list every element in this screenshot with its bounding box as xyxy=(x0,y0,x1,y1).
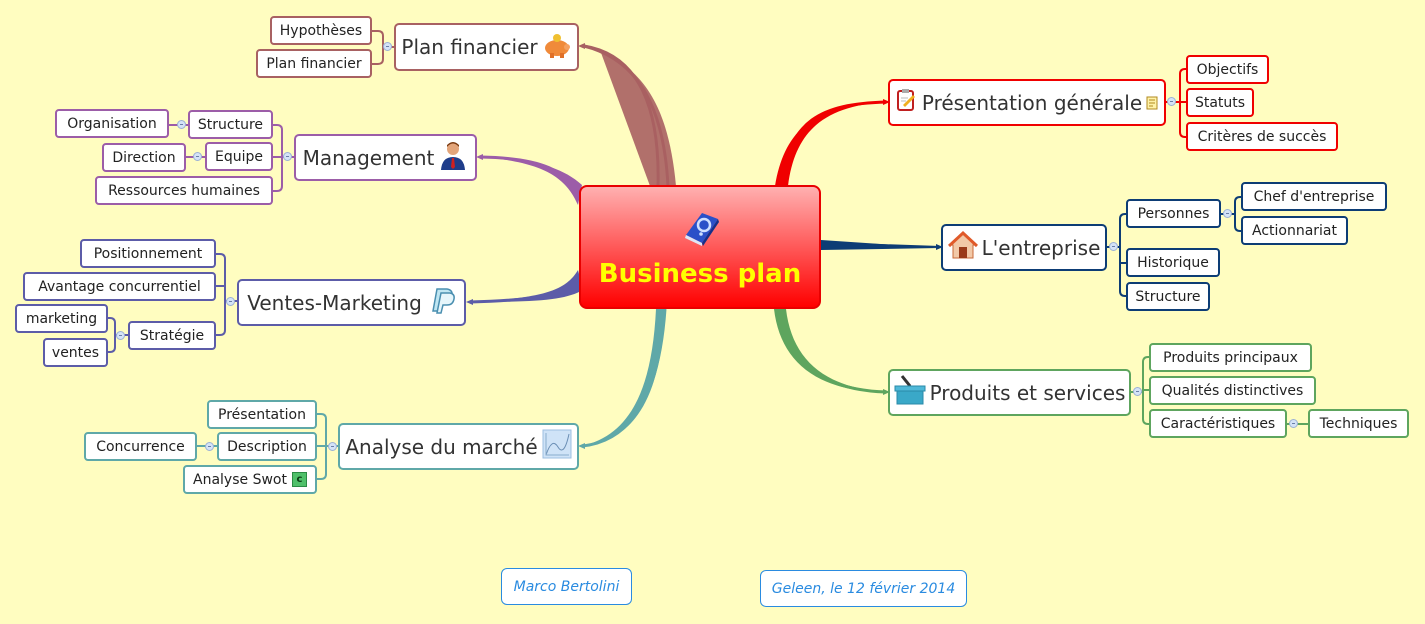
subtopic-direction[interactable]: Direction xyxy=(102,143,186,172)
subtopic-objectifs[interactable]: Objectifs xyxy=(1186,55,1269,84)
subtopic-label: Ressources humaines xyxy=(108,182,260,199)
help-book-icon xyxy=(678,205,722,253)
subtopic-label: Equipe xyxy=(215,148,263,165)
topic-l-entreprise[interactable]: L'entreprise xyxy=(941,224,1107,271)
subtopic-label: Structure xyxy=(1135,288,1201,305)
topic-label: Ventes-Marketing xyxy=(247,290,422,315)
collapse-toggle[interactable] xyxy=(193,152,202,161)
subtopic-label: Direction xyxy=(112,149,176,166)
subtopic-label: Critères de succès xyxy=(1197,128,1327,145)
collapse-toggle[interactable] xyxy=(116,331,125,340)
subtopic-produits-principaux[interactable]: Produits principaux xyxy=(1149,343,1312,372)
central-topic[interactable]: Business plan xyxy=(579,185,821,309)
subtopic-presentation[interactable]: Présentation xyxy=(207,400,317,429)
date-label: Geleen, le 12 février 2014 xyxy=(771,580,956,597)
subtopic-label: Positionnement xyxy=(93,245,203,262)
subtopic-label: Caractéristiques xyxy=(1160,415,1276,432)
subtopic-actionnariat[interactable]: Actionnariat xyxy=(1241,216,1348,245)
subtopic-label: marketing xyxy=(25,310,98,327)
collapse-toggle[interactable] xyxy=(226,297,235,306)
topic-label: L'entreprise xyxy=(981,235,1101,260)
collapse-toggle[interactable] xyxy=(205,442,214,451)
note-icon xyxy=(1146,91,1158,115)
subtopic-techniques[interactable]: Techniques xyxy=(1308,409,1409,438)
subtopic-label: Statuts xyxy=(1194,94,1246,111)
floating-topic-author[interactable]: Marco Bertolini xyxy=(501,568,632,605)
subtopic-historique[interactable]: Historique xyxy=(1126,248,1220,277)
subtopic-label: Concurrence xyxy=(96,438,185,455)
subtopic-equipe[interactable]: Equipe xyxy=(205,142,273,171)
subtopic-caracteristiques[interactable]: Caractéristiques xyxy=(1149,409,1287,438)
subtopic-label: Plan financier xyxy=(266,55,362,72)
clipboard-edit-icon xyxy=(896,88,918,117)
basket-icon xyxy=(894,374,926,411)
businessman-icon xyxy=(438,140,468,175)
subtopic-qualites-distinctives[interactable]: Qualités distinctives xyxy=(1149,376,1316,405)
collapse-toggle[interactable] xyxy=(1109,242,1118,251)
subtopic-label: Techniques xyxy=(1319,415,1398,432)
chart-curve-icon xyxy=(542,429,572,464)
subtopic-chef-d-entreprise[interactable]: Chef d'entreprise xyxy=(1241,182,1387,211)
topic-label: Analyse du marché xyxy=(345,434,538,459)
topic-plan-financier[interactable]: Plan financier xyxy=(394,23,579,71)
collapse-toggle[interactable] xyxy=(1133,387,1142,396)
subtopic-concurrence[interactable]: Concurrence xyxy=(84,432,197,461)
subtopic-ventes[interactable]: ventes xyxy=(43,338,108,367)
collapse-toggle[interactable] xyxy=(283,152,292,161)
collapse-toggle[interactable] xyxy=(1167,97,1176,106)
house-icon xyxy=(947,230,978,265)
subtopic-organisation[interactable]: Organisation xyxy=(55,109,169,138)
subtopic-label: Avantage concurrentiel xyxy=(38,278,201,295)
subtopic-label: Analyse Swot xyxy=(193,471,287,488)
subtopic-criteres-de-succes[interactable]: Critères de succès xyxy=(1186,122,1338,151)
subtopic-label: Présentation xyxy=(218,406,306,423)
subtopic-label: Actionnariat xyxy=(1251,222,1337,239)
subtopic-positionnement[interactable]: Positionnement xyxy=(80,239,216,268)
topic-label: Plan financier xyxy=(401,35,538,59)
subtopic-structure[interactable]: Structure xyxy=(188,110,273,139)
subtopic-label: Chef d'entreprise xyxy=(1253,188,1375,205)
subtopic-statuts[interactable]: Statuts xyxy=(1186,88,1254,117)
subtopic-strategie[interactable]: Stratégie xyxy=(128,321,216,350)
subtopic-label: Structure xyxy=(197,116,264,133)
collapse-toggle[interactable] xyxy=(383,42,392,51)
subtopic-label: Organisation xyxy=(67,115,157,132)
subtopic-label: Description xyxy=(227,438,307,455)
subtopic-marketing[interactable]: marketing xyxy=(15,304,108,333)
author-label: Marco Bertolini xyxy=(513,578,620,595)
subtopic-label: Objectifs xyxy=(1196,61,1259,78)
central-topic-title: Business plan xyxy=(598,259,802,289)
topic-produits-et-services[interactable]: Produits et services xyxy=(888,369,1131,416)
collapse-toggle[interactable] xyxy=(1223,209,1232,218)
subtopic-structure-entreprise[interactable]: Structure xyxy=(1126,282,1210,311)
subtopic-label: Hypothèses xyxy=(279,22,363,39)
subtopic-label: Produits principaux xyxy=(1163,349,1298,366)
collapse-toggle[interactable] xyxy=(1289,419,1298,428)
subtopic-personnes[interactable]: Personnes xyxy=(1126,199,1221,228)
subtopic-hypotheses[interactable]: Hypothèses xyxy=(270,16,372,45)
c-badge-icon: c xyxy=(291,472,307,487)
topic-label: Présentation générale xyxy=(921,90,1143,115)
floating-topic-date[interactable]: Geleen, le 12 février 2014 xyxy=(760,570,967,607)
topic-analyse-du-marche[interactable]: Analyse du marché xyxy=(338,423,579,470)
subtopic-description[interactable]: Description xyxy=(217,432,317,461)
topic-management[interactable]: Management xyxy=(294,134,477,181)
subtopic-label: Personnes xyxy=(1137,205,1210,222)
topic-presentation-generale[interactable]: Présentation générale xyxy=(888,79,1166,126)
subtopic-label: Qualités distinctives xyxy=(1161,382,1304,399)
topic-label: Produits et services xyxy=(929,380,1126,405)
topic-ventes-marketing[interactable]: Ventes-Marketing xyxy=(237,279,466,326)
subtopic-analyse-swot[interactable]: Analyse Swot c xyxy=(183,465,317,494)
subtopic-ressources-humaines[interactable]: Ressources humaines xyxy=(95,176,273,205)
topic-label: Management xyxy=(302,145,435,170)
paypal-p-icon xyxy=(426,285,456,320)
collapse-toggle[interactable] xyxy=(328,442,337,451)
subtopic-label: ventes xyxy=(51,344,100,361)
piggy-bank-icon xyxy=(542,31,572,64)
subtopic-label: Stratégie xyxy=(139,327,205,344)
collapse-toggle[interactable] xyxy=(177,120,186,129)
subtopic-plan-financier[interactable]: Plan financier xyxy=(256,49,372,78)
subtopic-label: Historique xyxy=(1137,254,1209,271)
subtopic-avantage-concurrentiel[interactable]: Avantage concurrentiel xyxy=(23,272,216,301)
